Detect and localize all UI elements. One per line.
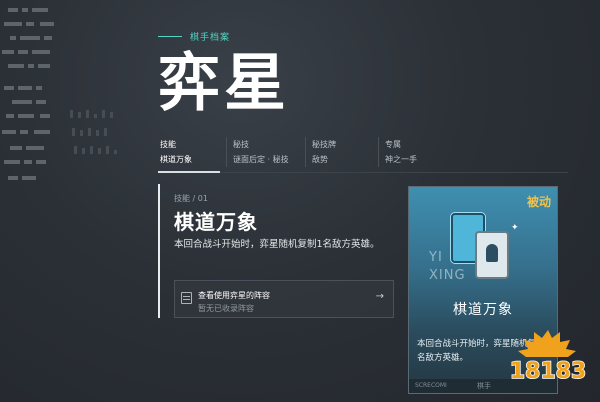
tab-secret-skill-key: 秘技 [233, 140, 249, 149]
decorative-dash-pattern [2, 8, 117, 180]
tab-skill-key: 技能 [160, 140, 176, 149]
tab-secret-skill-value: 谜面后定 · 秘技 [233, 155, 289, 164]
tagline-line [158, 36, 182, 37]
view-lineups-title: 查看使用弈星的阵容 [198, 291, 270, 300]
tab-skill-value: 棋道万象 [160, 155, 192, 164]
hero-name-title: 弈星 [158, 46, 291, 119]
tab-exclusive[interactable]: 专属 神之一手 [378, 137, 451, 167]
tab-exclusive-key: 专属 [385, 140, 401, 149]
site-logo: 18183 [509, 330, 587, 385]
card-footer-label: 棋手 [477, 382, 491, 390]
tagline-text: 棋手档案 [190, 33, 231, 43]
tab-secret-skill[interactable]: 秘技 谜面后定 · 秘技 [226, 137, 305, 167]
skill-name: 棋道万象 [174, 210, 258, 234]
active-tab-indicator [158, 171, 220, 173]
view-lineups-button[interactable]: 查看使用弈星的阵容 暂无已收录阵容 → [174, 280, 394, 318]
skill-description: 本回合战斗开始时，弈星随机复制1名敌方英雄。 [174, 239, 380, 250]
tab-secret-card[interactable]: 秘技牌 敌势 [305, 137, 378, 167]
card-watermark-bottom: XING [429, 268, 466, 283]
card-watermark-top: YI [429, 250, 443, 265]
tab-exclusive-value: 神之一手 [385, 155, 417, 164]
skill-section-rule [158, 184, 160, 318]
sparkle-icon: ✦ [511, 223, 519, 233]
tab-secret-card-key: 秘技牌 [312, 140, 336, 149]
tab-skill[interactable]: 技能 棋道万象 [158, 137, 226, 167]
view-lineups-subtitle: 暂无已收录阵容 [198, 304, 254, 313]
card-skill-name: 棋道万象 [453, 302, 513, 318]
card-footer-code: SCRECOMI [415, 382, 447, 389]
skill-index-label: 技能 / 01 [174, 194, 208, 203]
passive-badge: 被动 [526, 195, 551, 209]
profile-tagline: 棋手档案 [158, 30, 230, 43]
skill-tabs: 技能 棋道万象 秘技 谜面后定 · 秘技 秘技牌 敌势 专属 神之一手 [158, 137, 451, 167]
tab-secret-card-value: 敌势 [312, 155, 328, 164]
logo-text: 18183 [510, 359, 587, 384]
list-icon [181, 292, 192, 304]
arrow-right-icon: → [375, 291, 384, 302]
card-person-icon [475, 231, 509, 279]
